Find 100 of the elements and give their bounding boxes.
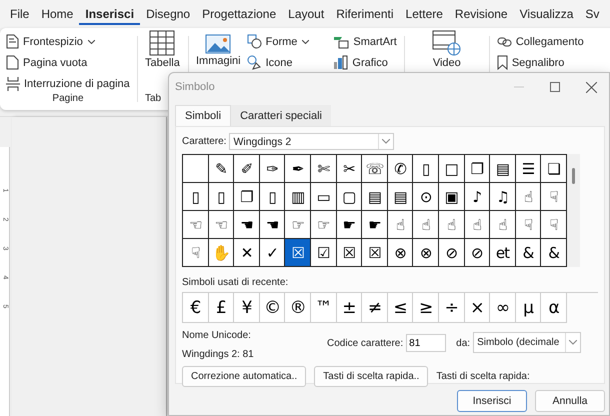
cancel-button[interactable]: Annulla <box>535 390 605 412</box>
symbol-cell[interactable]: ▯ <box>260 183 286 211</box>
ribbon-button[interactable]: Icone <box>246 53 310 72</box>
recent-symbol-cell[interactable]: © <box>260 293 286 323</box>
symbol-cell[interactable]: ☛ <box>362 211 388 239</box>
insert-button[interactable]: Inserisci <box>457 390 527 412</box>
ribbon-button[interactable]: Frontespizio <box>6 32 130 51</box>
symbol-cell[interactable]: ▯ <box>413 155 439 183</box>
video-button[interactable]: Video <box>432 30 462 108</box>
recent-symbol-cell[interactable]: α <box>541 293 567 323</box>
menu-tab[interactable]: Progettazione <box>196 3 282 25</box>
symbol-cell[interactable]: & <box>541 239 567 267</box>
recent-symbol-cell[interactable]: µ <box>516 293 542 323</box>
symbol-cell[interactable]: ☜ <box>183 211 209 239</box>
recent-symbol-cell[interactable]: ± <box>336 293 362 323</box>
ribbon-button[interactable]: Segnalibro <box>496 53 584 72</box>
menu-tab[interactable]: Lettere <box>400 3 449 25</box>
symbol-cell[interactable]: ☝ <box>388 211 414 239</box>
symbol-cell[interactable]: ▢ <box>336 183 362 211</box>
symbol-cell[interactable]: ☟ <box>541 183 567 211</box>
symbol-cell[interactable]: ☚ <box>234 211 260 239</box>
menu-tab[interactable]: Revisione <box>448 3 514 25</box>
symbol-cell[interactable]: ☝ <box>490 211 516 239</box>
symbol-cell[interactable]: ✎ <box>208 155 234 183</box>
symbol-cell[interactable]: ☝ <box>464 211 490 239</box>
dialog-button[interactable]: Tasti di scelta rapida.. <box>314 366 428 387</box>
symbol-cell[interactable]: ♪ <box>464 183 490 211</box>
symbol-cell[interactable]: ▯ <box>183 183 209 211</box>
symbol-cell[interactable]: ☑ <box>310 239 337 267</box>
symbol-cell[interactable]: ✕ <box>234 239 260 267</box>
menu-tab[interactable]: Sv <box>579 3 606 25</box>
symbol-cell[interactable]: ▤ <box>388 183 414 211</box>
recent-symbol-cell[interactable]: ™ <box>310 293 337 323</box>
symbol-cell[interactable]: ☜ <box>208 211 234 239</box>
symbol-cell[interactable]: ⊘ <box>464 239 490 267</box>
symbol-cell[interactable]: ⊘ <box>438 239 465 267</box>
symbol-cell[interactable]: ▤ <box>490 155 516 183</box>
symbol-cell[interactable]: ❐ <box>464 155 490 183</box>
symbol-cell[interactable]: ⊗ <box>388 239 414 267</box>
symbol-cell[interactable]: ☟ <box>541 211 567 239</box>
symbol-cell[interactable]: ❏ <box>541 155 567 183</box>
ribbon-button[interactable]: Grafico <box>333 53 397 72</box>
symbol-cell[interactable]: ♫ <box>490 183 516 211</box>
from-dropdown[interactable]: Simbolo (decimale <box>473 332 582 353</box>
recent-symbol-cell[interactable]: ≤ <box>388 293 414 323</box>
menu-tab[interactable]: Riferimenti <box>330 3 400 25</box>
menu-tab[interactable]: Home <box>35 3 80 25</box>
symbol-cell[interactable]: ▭ <box>310 183 337 211</box>
symbol-cell[interactable]: ✐ <box>234 155 260 183</box>
symbol-cell[interactable]: ☒ <box>362 239 388 267</box>
recent-symbol-cell[interactable]: ¥ <box>234 293 260 323</box>
symbol-cell[interactable]: ☰ <box>516 155 542 183</box>
menu-tab[interactable]: Layout <box>282 3 330 25</box>
symbol-cell[interactable]: & <box>516 239 542 267</box>
symbol-cell[interactable]: ☞ <box>310 211 337 239</box>
symbol-cell[interactable]: ✓ <box>260 239 286 267</box>
symbol-cell[interactable]: ☝ <box>413 211 439 239</box>
ribbon-button[interactable]: Pagina vuota <box>6 53 130 72</box>
symbol-cell[interactable]: ☝ <box>516 183 542 211</box>
ribbon-button[interactable]: Collegamento <box>496 32 584 51</box>
symbol-cell[interactable]: et <box>490 239 516 267</box>
menu-tab[interactable]: File <box>4 3 36 25</box>
symbol-cell[interactable]: ⊗ <box>413 239 439 267</box>
close-icon[interactable] <box>586 82 597 92</box>
symbol-cell[interactable]: ☚ <box>260 211 286 239</box>
symbol-cell[interactable]: ❐ <box>234 183 260 211</box>
symbol-cell[interactable]: ✄ <box>310 155 337 183</box>
symbol-cell[interactable]: ✑ <box>260 155 286 183</box>
symbol-cell[interactable]: ☝ <box>438 211 465 239</box>
symbol-cell[interactable]: ☞ <box>285 211 311 239</box>
ribbon-button[interactable]: Interruzione di pagina <box>6 74 130 93</box>
symbol-cell[interactable]: ▣ <box>438 183 465 211</box>
dialog-tab[interactable]: Caratteri speciali <box>231 105 331 126</box>
symbol-cell[interactable]: ☛ <box>336 211 362 239</box>
menu-tab[interactable]: Disegno <box>140 3 196 25</box>
scrollbar[interactable] <box>566 154 580 267</box>
dialog-tab[interactable]: Simboli <box>175 105 232 126</box>
maximize-icon[interactable] <box>550 82 560 92</box>
symbol-cell[interactable]: ⊙ <box>413 183 439 211</box>
recent-symbol-cell[interactable]: × <box>464 293 490 323</box>
recent-symbol-cell[interactable]: £ <box>208 293 234 323</box>
menu-tab[interactable]: Inserisci <box>79 3 140 25</box>
font-dropdown[interactable]: Wingdings 2 <box>229 133 394 150</box>
symbol-cell[interactable]: □ <box>438 155 465 183</box>
ribbon-button[interactable]: SmartArt <box>333 32 397 51</box>
recent-symbol-cell[interactable]: ≥ <box>413 293 439 323</box>
symbol-cell[interactable]: ☒ <box>336 239 362 267</box>
recent-symbol-cell[interactable]: ∞ <box>490 293 516 323</box>
symbol-cell[interactable]: ☟ <box>516 211 542 239</box>
symbol-cell[interactable]: ☟ <box>183 239 209 267</box>
recent-symbol-cell[interactable]: € <box>183 293 209 323</box>
recent-symbol-cell[interactable]: ≠ <box>362 293 388 323</box>
recent-symbol-cell[interactable]: ÷ <box>438 293 465 323</box>
symbol-cell[interactable]: ✆ <box>388 155 414 183</box>
symbol-cell[interactable]: ☏ <box>362 155 388 183</box>
ribbon-button[interactable]: Forme <box>246 32 310 51</box>
symbol-cell[interactable]: ☒ <box>285 239 311 267</box>
menu-tab[interactable]: Visualizza <box>514 3 580 25</box>
symbol-cell[interactable]: ▯ <box>208 183 234 211</box>
symbol-cell[interactable] <box>183 155 209 183</box>
